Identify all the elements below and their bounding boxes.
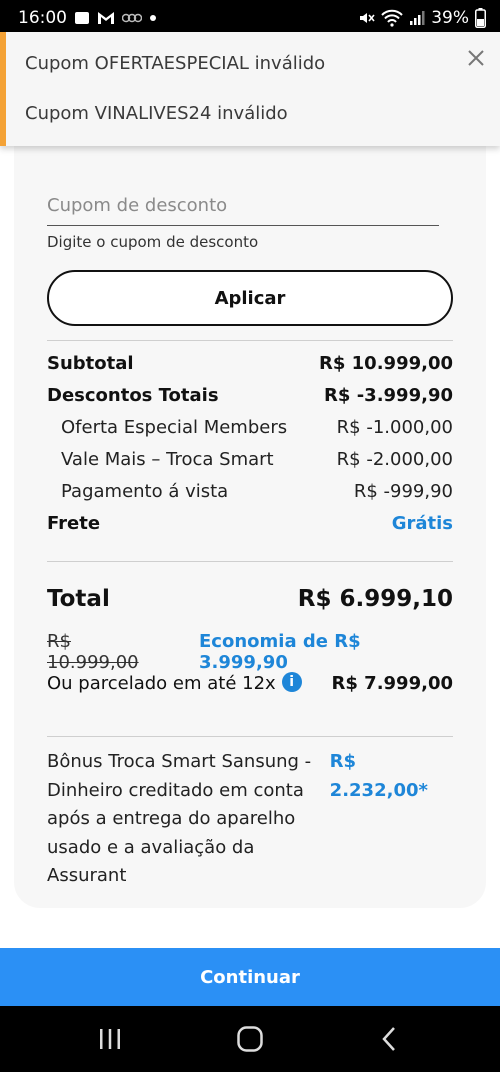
- battery-icon: [475, 8, 486, 28]
- error-toast: Cupom OFERTAESPECIAL inválido Cupom VINA…: [0, 32, 500, 146]
- bonus-value: R$ 2.232,00*: [329, 751, 428, 801]
- installment-label: Ou parcelado em até 12x: [47, 673, 276, 694]
- divider: [47, 561, 453, 562]
- subtotal-value: R$ 10.999,00: [319, 353, 453, 374]
- signal-icon: [409, 10, 425, 26]
- discount-item-row: Oferta Especial Members R$ -1.000,00: [47, 417, 453, 438]
- continue-button[interactable]: Continuar: [0, 948, 500, 1006]
- divider: [47, 340, 453, 341]
- toast-message: Cupom VINALIVES24 inválido: [25, 103, 288, 124]
- dot-icon: [149, 14, 157, 22]
- discounts-label: Descontos Totais: [47, 385, 219, 406]
- discount-item-value: R$ -999,90: [353, 481, 453, 502]
- original-price: R$ 10.999,00: [47, 631, 139, 673]
- order-summary-card: Digite o cupom de desconto Aplicar Subto…: [14, 134, 486, 908]
- discount-item-row: Vale Mais – Troca Smart R$ -2.000,00: [47, 449, 453, 470]
- coupon-input[interactable]: [47, 186, 439, 226]
- wifi-icon: [381, 9, 403, 27]
- discount-item-label: Oferta Especial Members: [61, 417, 288, 438]
- status-time: 16:00: [18, 8, 67, 28]
- discount-item-label: Vale Mais – Troca Smart: [61, 449, 274, 470]
- discount-item-label: Pagamento á vista: [61, 481, 229, 502]
- navigation-bar: [0, 1006, 500, 1072]
- coupon-helper-text: Digite o cupom de desconto: [47, 233, 259, 251]
- total-row: Total R$ 6.999,10: [47, 586, 453, 612]
- close-icon[interactable]: [464, 46, 488, 70]
- discount-item-value: R$ -2.000,00: [336, 449, 453, 470]
- apply-coupon-button[interactable]: Aplicar: [47, 270, 453, 326]
- gmail-icon: [97, 11, 115, 25]
- status-bar: 16:00 39%: [0, 0, 500, 36]
- subtotal-row: Subtotal R$ 10.999,00: [47, 353, 453, 374]
- divider: [47, 736, 453, 737]
- home-icon[interactable]: [235, 1024, 265, 1054]
- shipping-row: Frete Grátis: [47, 513, 453, 534]
- mute-icon: [357, 9, 375, 27]
- battery-percent: 39%: [431, 8, 469, 28]
- discount-item-row: Pagamento á vista R$ -999,90: [47, 481, 453, 502]
- discounts-row: Descontos Totais R$ -3.999,90: [47, 385, 453, 406]
- bonus-row: Bônus Troca Smart Sansung - Dinheiro cre…: [47, 748, 453, 891]
- discounts-value: R$ -3.999,90: [324, 385, 453, 406]
- total-label: Total: [47, 586, 110, 612]
- shipping-label: Frete: [47, 513, 101, 534]
- subtotal-label: Subtotal: [47, 353, 134, 374]
- image-icon: [74, 10, 90, 26]
- app-icon: [122, 13, 142, 23]
- toast-message: Cupom OFERTAESPECIAL inválido: [25, 53, 326, 74]
- recent-apps-icon[interactable]: [95, 1024, 125, 1054]
- info-icon[interactable]: i: [281, 672, 302, 692]
- discount-item-value: R$ -1.000,00: [336, 417, 453, 438]
- installment-value: R$ 7.999,00: [331, 673, 453, 694]
- installment-row: Ou parcelado em até 12x i R$ 7.999,00: [47, 672, 453, 694]
- economy-value: Economia de R$ 3.999,90: [199, 631, 361, 673]
- back-icon[interactable]: [375, 1024, 405, 1054]
- shipping-value: Grátis: [391, 513, 453, 534]
- economy-row: R$ 10.999,00 Economia de R$ 3.999,90: [47, 631, 453, 673]
- total-value: R$ 6.999,10: [297, 586, 453, 612]
- bonus-description: Bônus Troca Smart Sansung - Dinheiro cre…: [47, 751, 312, 886]
